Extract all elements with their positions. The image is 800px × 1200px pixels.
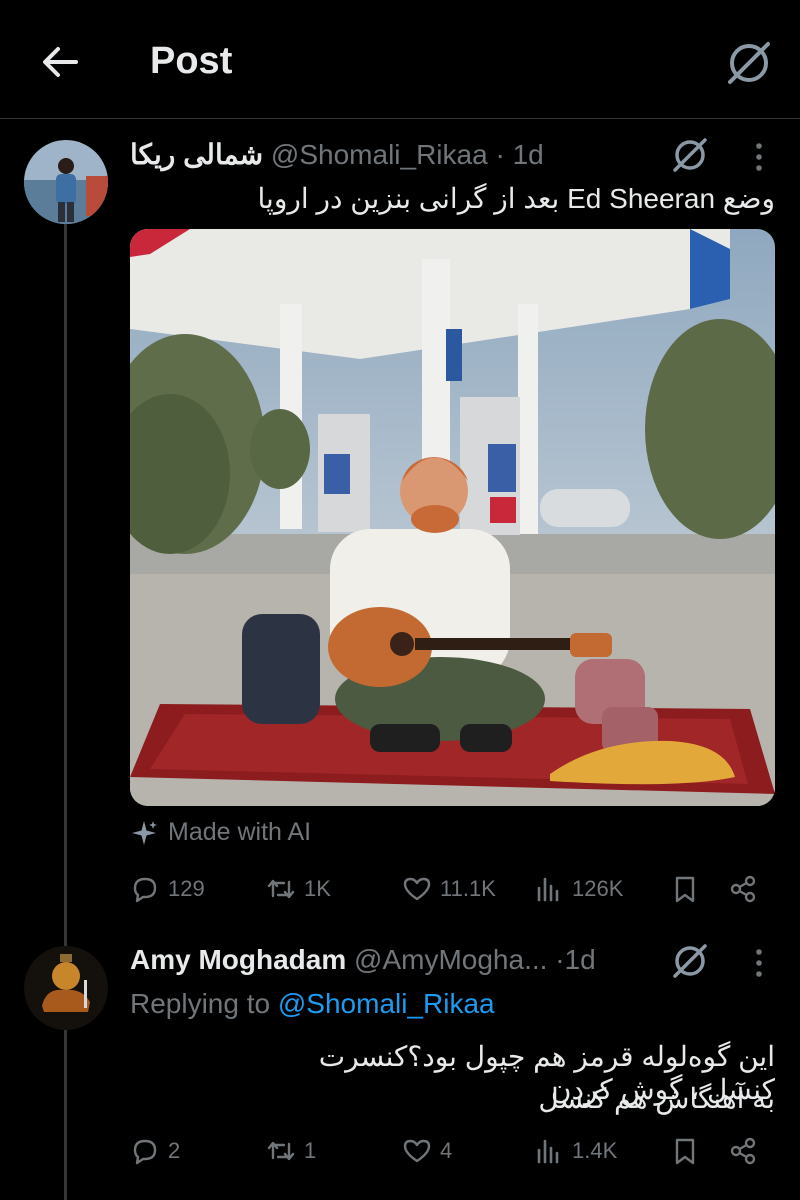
tweet-media[interactable] xyxy=(130,229,775,806)
gas-station-photo xyxy=(130,229,775,806)
ai-label-text: Made with AI xyxy=(168,818,312,846)
bookmark-icon xyxy=(675,876,695,903)
grok-button[interactable] xyxy=(724,38,774,88)
bookmark-button[interactable] xyxy=(670,874,700,904)
like-icon xyxy=(403,1139,431,1163)
top-bar: Post xyxy=(0,0,800,120)
sparkle-icon xyxy=(132,820,157,845)
grok-button-tweet[interactable] xyxy=(670,135,710,175)
repost-icon xyxy=(267,879,295,899)
grok-icon xyxy=(673,944,707,978)
reply-timestamp[interactable]: 1d xyxy=(565,944,596,975)
reply-reply-button[interactable]: 2 xyxy=(130,1136,180,1166)
grok-icon xyxy=(673,138,707,172)
bookmark-icon xyxy=(675,1138,695,1165)
avatar-photo xyxy=(24,140,108,224)
replying-to: Replying to @Shomali_Rikaa xyxy=(130,988,495,1020)
reply-button[interactable]: 129 xyxy=(130,874,205,904)
grok-icon xyxy=(728,42,770,84)
display-name[interactable]: شمالی ریکا xyxy=(130,139,263,170)
reply-handle[interactable]: @AmyMogha... xyxy=(354,944,547,975)
reply-repost-count: 1 xyxy=(304,1138,317,1163)
reply-like-button[interactable]: 4 xyxy=(402,1136,452,1166)
like-icon xyxy=(403,877,431,901)
tweet-text: وضع Ed Sheeran بعد از گرانی بنزین در ارو… xyxy=(257,183,775,214)
views-icon xyxy=(537,1139,559,1164)
replying-to-label: Replying to xyxy=(130,988,271,1019)
replying-to-handle[interactable]: @Shomali_Rikaa xyxy=(278,988,495,1019)
like-button[interactable]: 11.1K xyxy=(402,874,496,904)
handle[interactable]: @Shomali_Rikaa xyxy=(271,139,488,170)
reply-display-name[interactable]: Amy Moghadam xyxy=(130,944,346,975)
header-divider xyxy=(0,118,800,119)
avatar[interactable] xyxy=(24,140,108,224)
more-icon xyxy=(756,143,762,171)
reply-dot-separator: · xyxy=(555,944,565,975)
reply-repost-button[interactable]: 1 xyxy=(266,1136,316,1166)
reply-reply-count: 2 xyxy=(168,1138,181,1163)
share-button[interactable] xyxy=(728,874,758,904)
views-icon xyxy=(537,877,559,902)
back-button[interactable] xyxy=(38,40,82,84)
more-button[interactable] xyxy=(744,140,774,174)
timestamp[interactable]: 1d xyxy=(513,139,544,170)
repost-button[interactable]: 1K xyxy=(266,874,331,904)
reply-icon xyxy=(133,1139,157,1165)
share-icon xyxy=(730,875,756,903)
repost-icon xyxy=(267,1141,295,1161)
reply-more-button[interactable] xyxy=(744,946,774,980)
reply-views-button[interactable]: 1.4K xyxy=(534,1136,617,1166)
reply-views-count: 1.4K xyxy=(572,1138,618,1163)
reply-icon xyxy=(133,877,157,903)
reply-count: 129 xyxy=(168,876,205,901)
reply-header: Amy Moghadam @AmyMogha... ·1d xyxy=(130,944,596,976)
reply-avatar[interactable] xyxy=(24,946,108,1030)
dot-separator: · xyxy=(495,139,505,170)
tweet-header: شمالی ریکا @Shomali_Rikaa · 1d xyxy=(130,138,544,171)
repost-count: 1K xyxy=(304,876,331,901)
more-icon xyxy=(756,949,762,977)
views-count: 126K xyxy=(572,876,624,901)
reply-bookmark-button[interactable] xyxy=(670,1136,700,1166)
views-button[interactable]: 126K xyxy=(534,874,623,904)
page-title: Post xyxy=(150,40,233,82)
ai-label: Made with AI xyxy=(130,818,311,847)
back-arrow-icon xyxy=(43,47,78,77)
lion-and-sun-emblem xyxy=(24,946,108,1030)
like-count: 11.1K xyxy=(440,876,496,901)
reply-share-button[interactable] xyxy=(728,1136,758,1166)
thread-connector-line xyxy=(64,222,67,1200)
reply-like-count: 4 xyxy=(440,1138,453,1163)
share-icon xyxy=(730,1137,756,1165)
reply-text-line2: به آهنگاش هم کنسل xyxy=(538,1083,775,1114)
grok-button-reply[interactable] xyxy=(670,941,710,981)
